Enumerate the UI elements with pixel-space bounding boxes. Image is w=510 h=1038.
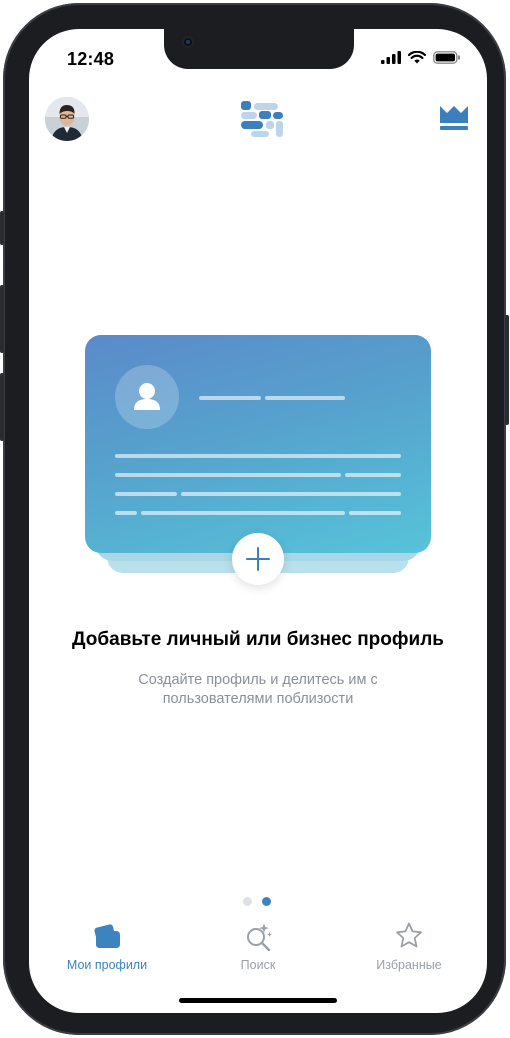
star-icon [396,922,422,948]
status-icons [381,51,461,64]
tab-my-profiles[interactable]: Мои профили [47,917,167,977]
plus-icon [246,547,270,571]
logo-icon [241,101,283,137]
profile-card [85,335,431,553]
page-indicator [243,897,271,906]
volume-down-button [0,373,4,441]
front-camera [182,36,194,48]
page-dot[interactable] [243,897,252,906]
empty-state-title: Добавьте личный или бизнес профиль [72,629,444,650]
card-line [349,511,401,515]
app-logo [239,99,285,144]
tab-favorites-label: Избранные [376,958,442,972]
profile-card-illustration [85,335,431,585]
card-line [345,473,401,477]
tab-bar: Мои профили Поиск Избранные [29,917,487,977]
sparkle-search-icon [247,923,272,951]
tab-favorites[interactable]: Избранные [349,917,469,977]
card-line [115,492,177,496]
premium-crown-button[interactable] [439,104,469,137]
tab-search-label: Поиск [240,958,276,972]
wifi-icon [408,51,426,64]
card-line [115,473,341,477]
card-line [115,511,137,515]
power-button [505,315,509,425]
card-line [265,396,345,400]
page-dot-active[interactable] [262,897,271,906]
app-screen: 12:48 Добавьте личный или бизнес профиль… [29,29,487,1013]
card-line [181,492,401,496]
notch [164,29,354,69]
volume-up-button [0,285,4,353]
battery-icon [433,51,460,64]
crown-icon [440,106,468,130]
card-line [199,396,261,400]
card-line [141,511,345,515]
cellular-signal-icon [381,51,401,64]
person-icon [134,383,160,410]
avatar-photo [45,97,89,141]
mute-switch [0,211,4,245]
tab-my-profiles-label: Мои профили [66,958,148,972]
phone-frame: 12:48 Добавьте личный или бизнес профиль… [0,3,509,1035]
card-avatar [115,365,179,429]
card-line [115,454,401,458]
empty-state-description: Создайте профиль и делитесь им с пользов… [138,672,378,707]
cards-icon [94,924,120,948]
user-avatar[interactable] [45,97,89,141]
home-indicator[interactable] [179,998,337,1003]
status-time: 12:48 [67,49,115,69]
tab-search[interactable]: Поиск [198,917,318,977]
add-profile-button[interactable] [232,533,284,585]
